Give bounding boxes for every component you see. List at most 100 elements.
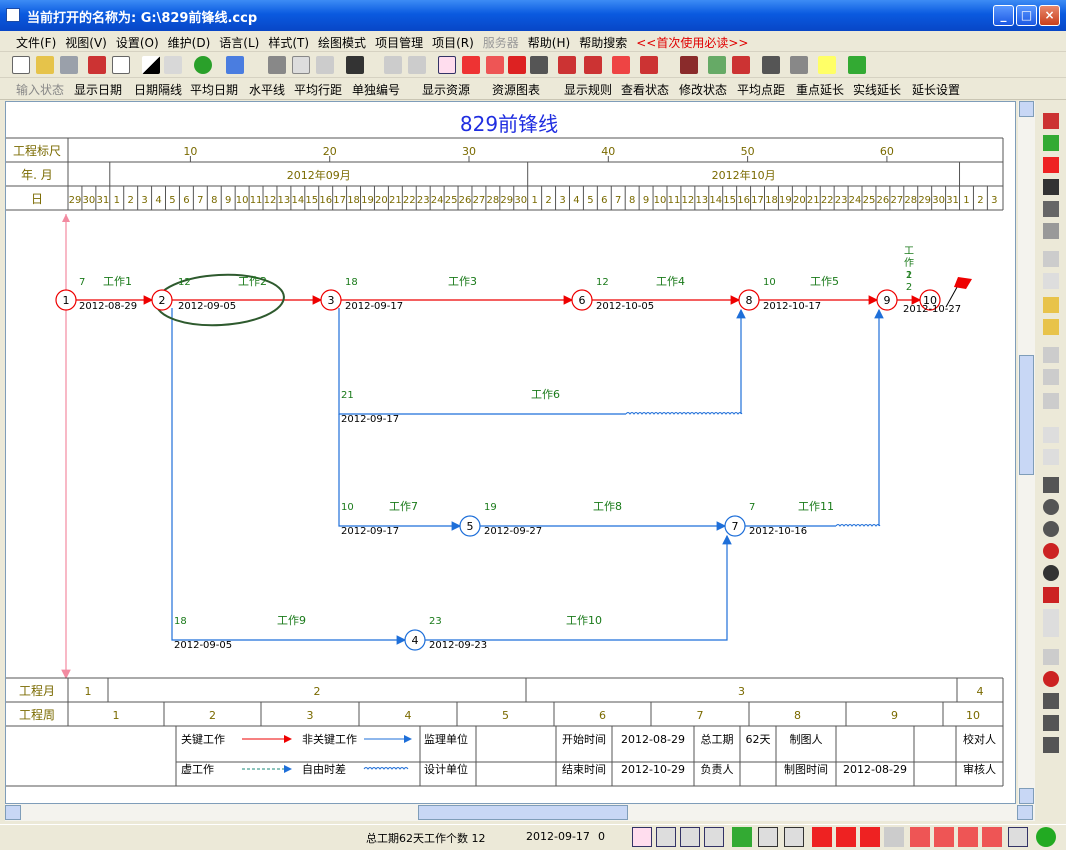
undo-icon[interactable] xyxy=(384,56,402,74)
menu-language[interactable]: 语言(L) xyxy=(219,31,259,51)
view-list-icon[interactable] xyxy=(680,827,700,847)
layer-up-icon[interactable] xyxy=(1043,347,1059,363)
horizontal-scrollbar[interactable] xyxy=(5,804,1035,821)
ruler-icon[interactable] xyxy=(1043,587,1059,603)
scroll-up-button[interactable] xyxy=(1019,101,1034,117)
maximize-button[interactable]: □ xyxy=(1016,5,1037,26)
move-icon[interactable] xyxy=(1043,179,1059,195)
menu-draw-mode[interactable]: 绘图模式 xyxy=(318,31,366,51)
btn-show-rules[interactable]: 显示规则 xyxy=(564,81,612,98)
export-icon[interactable] xyxy=(88,56,106,74)
menu-help-search[interactable]: 帮助搜索 xyxy=(579,31,627,51)
menu-project-mgmt[interactable]: 项目管理 xyxy=(375,31,423,51)
tip-bulb-icon[interactable] xyxy=(818,56,836,74)
btn-show-date[interactable]: 显示日期 xyxy=(74,81,122,98)
btn-average-date[interactable]: 平均日期 xyxy=(190,81,238,98)
align-icon[interactable] xyxy=(164,56,182,74)
btn-resource-chart[interactable]: 资源图表 xyxy=(492,81,540,98)
fit-page-icon[interactable] xyxy=(958,827,978,847)
bar-icon[interactable] xyxy=(462,56,480,74)
hand-icon[interactable] xyxy=(1043,477,1059,493)
layer-down-icon[interactable] xyxy=(1043,393,1059,409)
fit-width-icon[interactable] xyxy=(910,827,930,847)
edit-icon[interactable] xyxy=(732,56,750,74)
page-icon[interactable] xyxy=(784,827,804,847)
gantt-icon[interactable] xyxy=(438,56,456,74)
calendar-grid-icon[interactable] xyxy=(1043,649,1059,665)
new-file-icon[interactable] xyxy=(12,56,30,74)
paste-icon[interactable] xyxy=(316,56,334,74)
print-icon[interactable] xyxy=(732,827,752,847)
menu-maintain[interactable]: 维护(D) xyxy=(168,31,211,51)
connect-icon[interactable] xyxy=(1043,201,1059,217)
exit-icon[interactable] xyxy=(848,56,866,74)
menu-file[interactable]: 文件(F) xyxy=(16,31,56,51)
menu-server[interactable]: 服务器 xyxy=(483,31,519,51)
cut-icon[interactable] xyxy=(268,56,286,74)
zoom-out-icon[interactable] xyxy=(1043,521,1059,537)
copy-icon[interactable] xyxy=(292,56,310,74)
horizontal-scroll-thumb[interactable] xyxy=(418,805,628,820)
level4-icon[interactable] xyxy=(860,827,880,847)
find-icon[interactable] xyxy=(346,56,364,74)
vertical-scrollbar[interactable] xyxy=(1018,101,1035,804)
save-icon[interactable] xyxy=(60,56,78,74)
fill-icon[interactable] xyxy=(142,56,160,74)
text-size-icon[interactable] xyxy=(884,827,904,847)
btn-show-resource[interactable]: 显示资源 xyxy=(422,81,470,98)
chart-icon[interactable] xyxy=(612,56,630,74)
network2-icon[interactable] xyxy=(584,56,602,74)
brush-icon[interactable] xyxy=(1043,251,1059,267)
view-table-icon[interactable] xyxy=(656,827,676,847)
check-icon[interactable] xyxy=(226,56,244,74)
clock-icon[interactable] xyxy=(1043,671,1059,687)
add-work-icon[interactable] xyxy=(1043,113,1059,129)
level2-icon[interactable] xyxy=(812,827,832,847)
btn-extend-settings[interactable]: 延长设置 xyxy=(912,81,960,98)
list-icon[interactable] xyxy=(486,56,504,74)
fit-all-icon[interactable] xyxy=(982,827,1002,847)
pointer-icon[interactable] xyxy=(1043,157,1059,173)
btn-edit-state[interactable]: 修改状态 xyxy=(679,81,727,98)
frame-icon[interactable] xyxy=(1043,737,1059,753)
node-icon[interactable] xyxy=(1043,135,1059,151)
books-icon[interactable] xyxy=(680,56,698,74)
btn-date-gridline[interactable]: 日期隔线 xyxy=(134,81,182,98)
eraser-icon[interactable] xyxy=(1043,223,1059,239)
set-icon[interactable] xyxy=(1043,273,1059,289)
zoom-window-icon[interactable] xyxy=(1043,565,1059,581)
zoom-in-icon[interactable] xyxy=(1043,499,1059,515)
btn-average-point[interactable]: 平均点距 xyxy=(737,81,785,98)
view-gantt-icon[interactable] xyxy=(632,827,652,847)
settings-icon[interactable] xyxy=(790,56,808,74)
zoom-100-icon[interactable] xyxy=(1043,609,1059,637)
menu-style[interactable]: 样式(T) xyxy=(268,31,309,51)
network-icon[interactable] xyxy=(558,56,576,74)
minimize-button[interactable]: _ xyxy=(993,5,1014,26)
btn-solid-extend[interactable]: 实线延长 xyxy=(853,81,901,98)
drawing-canvas[interactable]: 829前锋线 工程标尺 年. 月日 10 20 30 40 50 60 2012年09月 2012… xyxy=(5,101,1016,804)
swap-icon[interactable] xyxy=(1043,715,1059,731)
calendar-view-icon[interactable] xyxy=(758,827,778,847)
fullscreen-icon[interactable] xyxy=(1008,827,1028,847)
layer-mid-icon[interactable] xyxy=(1043,369,1059,385)
view-network-icon[interactable] xyxy=(704,827,724,847)
close-button[interactable]: × xyxy=(1039,5,1060,26)
scroll-down-button[interactable] xyxy=(1019,788,1034,804)
table-icon[interactable] xyxy=(1043,297,1059,313)
refresh-icon[interactable] xyxy=(194,56,212,74)
scroll-right-button[interactable] xyxy=(1017,805,1033,820)
resource-icon[interactable] xyxy=(530,56,548,74)
menu-project[interactable]: 项目(R) xyxy=(432,31,474,51)
menu-view[interactable]: 视图(V) xyxy=(65,31,107,51)
grid-icon[interactable] xyxy=(1043,427,1059,443)
line-icon[interactable] xyxy=(508,56,526,74)
scroll-left-button[interactable] xyxy=(5,805,21,820)
zoom-fit-icon[interactable] xyxy=(1043,543,1059,559)
lines-icon[interactable] xyxy=(1043,693,1059,709)
menu-help[interactable]: 帮助(H) xyxy=(528,31,570,51)
btn-horizontal[interactable]: 水平线 xyxy=(249,81,285,98)
fit-height-icon[interactable] xyxy=(934,827,954,847)
btn-single-number[interactable]: 单独编号 xyxy=(352,81,400,98)
btn-view-state[interactable]: 查看状态 xyxy=(621,81,669,98)
